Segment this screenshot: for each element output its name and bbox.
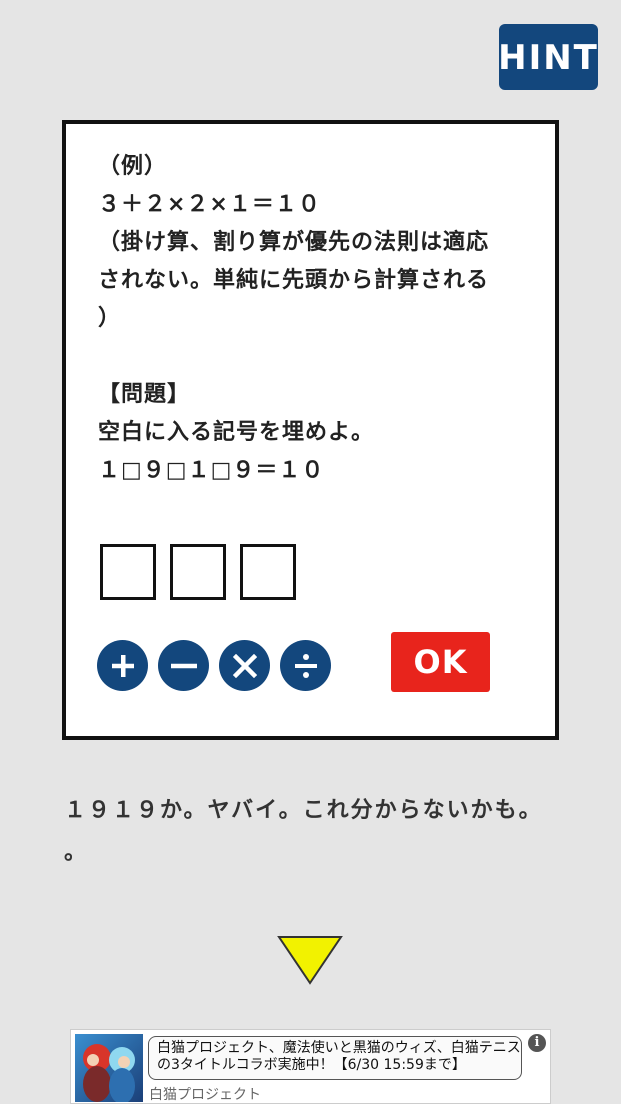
ad-source: 白猫プロジェクト: [149, 1087, 261, 1103]
ad-thumbnail: [75, 1034, 143, 1102]
question-line: （例）: [98, 154, 168, 179]
ad-banner[interactable]: 白猫プロジェクト、魔法使いと黒猫のウィズ、白猫テニス の3タイトルコラボ実施中！…: [70, 1029, 551, 1104]
down-triangle-icon[interactable]: [277, 935, 343, 985]
ad-headline-line: 白猫プロジェクト、魔法使いと黒猫のウィズ、白猫テニス: [157, 1040, 521, 1056]
ok-button[interactable]: OK: [391, 632, 490, 692]
question-line: ３＋２×２×１＝１０: [98, 192, 321, 217]
hint-button[interactable]: HINT: [498, 24, 598, 90]
question-line: ）: [98, 306, 122, 331]
operator-buttons: [97, 640, 331, 691]
plus-icon: [111, 654, 134, 677]
question-line: 空白に入る記号を埋めよ。: [98, 420, 375, 445]
question-line: [98, 338, 538, 376]
question-card: （例） ３＋２×２×１＝１０ （掛け算、割り算が優先の法則は適応 されない。単純…: [62, 120, 559, 740]
plus-button[interactable]: [97, 640, 148, 691]
question-line: （掛け算、割り算が優先の法則は適応: [98, 230, 490, 255]
minus-button[interactable]: [158, 640, 209, 691]
answer-box-1[interactable]: [100, 544, 156, 600]
answer-boxes: [100, 544, 296, 600]
question-line: １□９□１□９＝１０: [98, 458, 325, 483]
minus-icon: [170, 663, 197, 668]
question-text: （例） ３＋２×２×１＝１０ （掛け算、割り算が優先の法則は適応 されない。単純…: [98, 148, 538, 490]
dialogue-line: 。: [64, 840, 89, 865]
times-button[interactable]: [219, 640, 270, 691]
times-icon: [232, 653, 257, 678]
answer-box-2[interactable]: [170, 544, 226, 600]
ad-headline[interactable]: 白猫プロジェクト、魔法使いと黒猫のウィズ、白猫テニス の3タイトルコラボ実施中！…: [148, 1036, 522, 1080]
question-line: 【問題】: [98, 382, 191, 407]
divide-button[interactable]: [280, 640, 331, 691]
info-icon[interactable]: i: [528, 1034, 546, 1052]
dialogue-text: １９１９か。ヤバイ。これ分からないかも。 。: [64, 790, 604, 874]
question-line: されない。単純に先頭から計算される: [98, 268, 490, 293]
answer-box-3[interactable]: [240, 544, 296, 600]
ad-headline-line: の3タイトルコラボ実施中！【6/30 15:59まで】: [157, 1057, 466, 1073]
divide-icon: [294, 653, 317, 678]
dialogue-line: １９１９か。ヤバイ。これ分からないかも。: [64, 798, 543, 823]
